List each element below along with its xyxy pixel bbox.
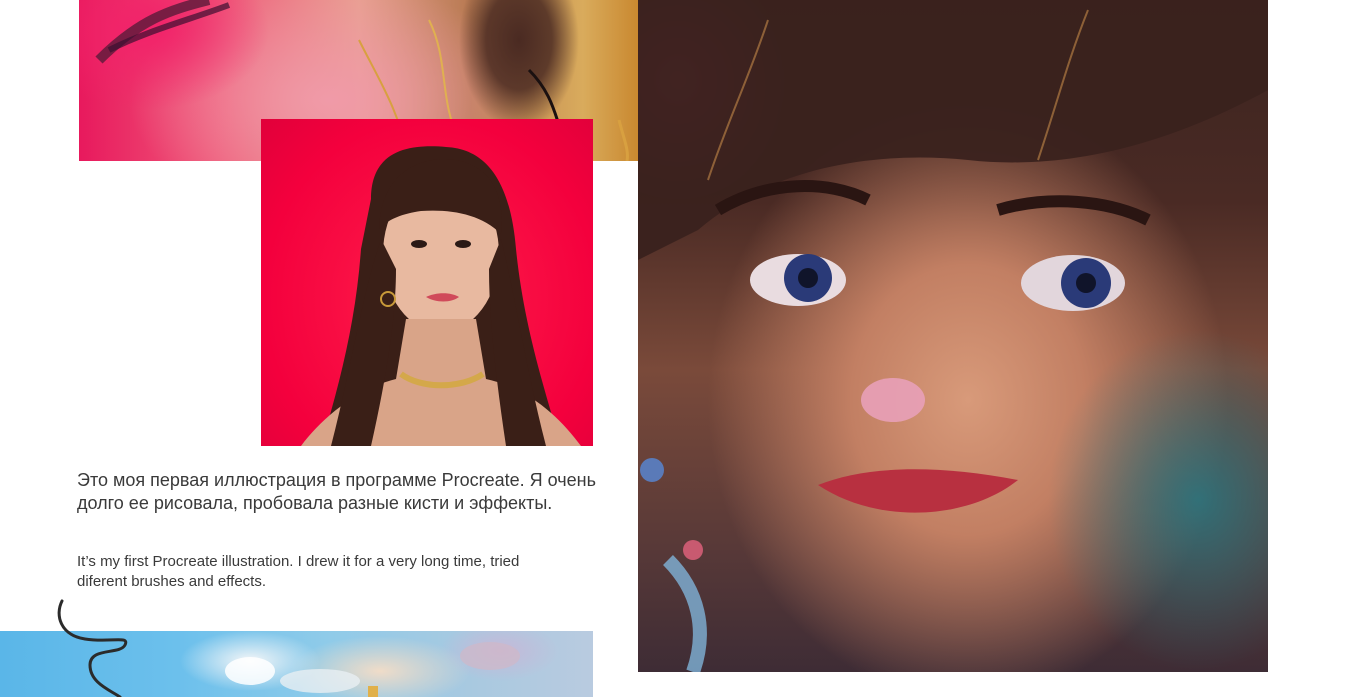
description-ru: Это моя первая иллюстрация в программе P… <box>77 470 596 513</box>
decorative-curl-icon <box>57 599 128 697</box>
portrait-painting-strokes <box>638 0 1268 672</box>
portrait-painting-image <box>638 0 1268 672</box>
reference-photo-figure <box>301 146 581 446</box>
description-en: It’s my first Procreate illustration. I … <box>77 553 520 590</box>
reference-photo-image <box>261 119 593 446</box>
